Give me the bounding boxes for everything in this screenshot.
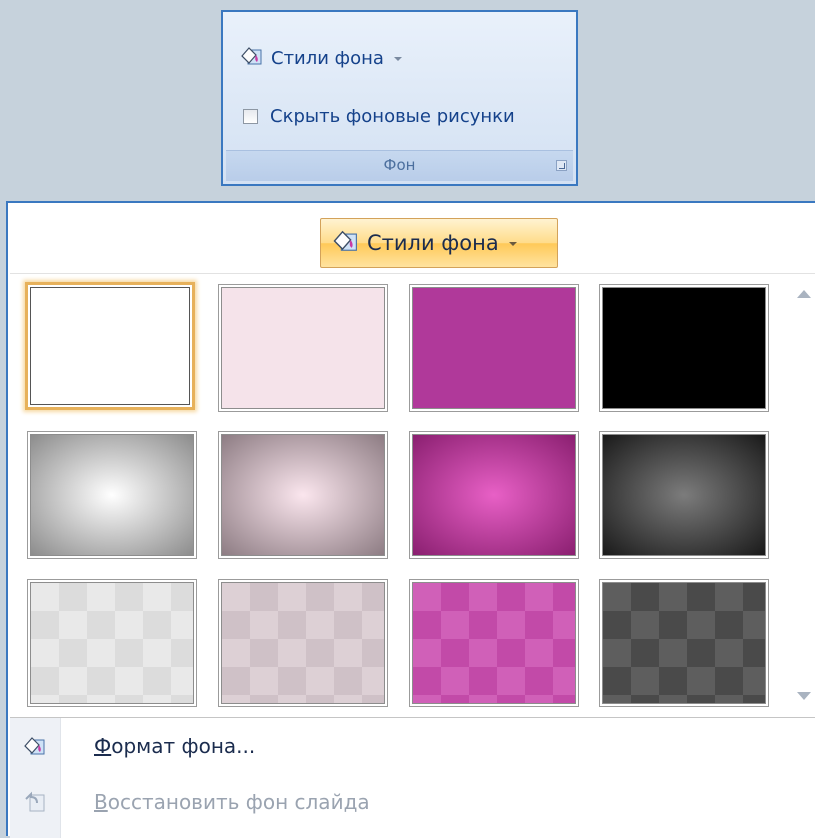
format-background-item[interactable]: Формат фона... [10, 726, 815, 766]
hide-background-graphics-checkbox[interactable] [243, 109, 258, 124]
background-styles-button[interactable]: Стили фона [239, 42, 402, 74]
ribbon-group-background: Стили фона Скрыть фоновые рисунки Фон [221, 10, 578, 186]
background-style-thumbnail[interactable] [409, 431, 579, 559]
background-style-thumbnail[interactable] [599, 579, 769, 707]
background-style-swatch [602, 582, 766, 704]
hide-background-graphics-label: Скрыть фоновые рисунки [270, 106, 515, 127]
background-style-swatch [602, 287, 766, 409]
scroll-up-icon[interactable] [797, 290, 811, 298]
chevron-down-icon [508, 242, 517, 246]
background-style-thumbnail[interactable] [599, 284, 769, 412]
background-style-thumbnail[interactable] [409, 284, 579, 412]
dialog-launcher-icon[interactable] [556, 160, 567, 171]
gallery-scrollbar[interactable] [791, 274, 815, 716]
background-style-thumbnail[interactable] [27, 431, 197, 559]
reset-slide-background-item[interactable]: Восстановить фон слайда [10, 782, 815, 822]
paint-bucket-icon [239, 44, 265, 73]
background-style-swatch [30, 582, 194, 704]
background-style-thumbnail[interactable] [218, 284, 388, 412]
background-style-swatch [412, 287, 576, 409]
background-style-thumbnail[interactable] [409, 579, 579, 707]
background-style-swatch [30, 287, 190, 405]
background-style-swatch [602, 434, 766, 556]
background-style-thumbnail[interactable] [27, 579, 197, 707]
format-background-label: Формат фона... [94, 734, 256, 758]
background-style-swatch [221, 287, 385, 409]
dropdown-button-label: Стили фона [367, 231, 499, 255]
hide-background-graphics-row[interactable]: Скрыть фоновые рисунки [243, 106, 515, 127]
background-styles-label: Стили фона [271, 47, 384, 69]
background-style-swatch [221, 434, 385, 556]
chevron-down-icon [393, 57, 402, 61]
reset-slide-icon [10, 782, 60, 822]
background-style-swatch [221, 582, 385, 704]
scroll-down-icon[interactable] [797, 692, 811, 700]
reset-slide-background-label: Восстановить фон слайда [94, 790, 370, 814]
group-label: Фон [383, 156, 416, 174]
paint-bucket-icon [331, 227, 361, 260]
background-styles-gallery [10, 273, 815, 716]
paint-bucket-icon [10, 726, 60, 766]
ribbon-group-footer: Фон [226, 150, 573, 181]
background-style-swatch [412, 434, 576, 556]
background-styles-dropdown: Стили фона Формат фона... Восстановить ф… [6, 201, 815, 838]
background-style-thumbnail[interactable] [218, 431, 388, 559]
background-style-thumbnail[interactable] [25, 282, 195, 410]
background-style-thumbnail[interactable] [599, 431, 769, 559]
dropdown-menu: Формат фона... Восстановить фон слайда [10, 717, 815, 838]
background-styles-dropdown-button[interactable]: Стили фона [320, 218, 558, 268]
background-style-swatch [30, 434, 194, 556]
background-style-swatch [412, 582, 576, 704]
background-style-thumbnail[interactable] [218, 579, 388, 707]
